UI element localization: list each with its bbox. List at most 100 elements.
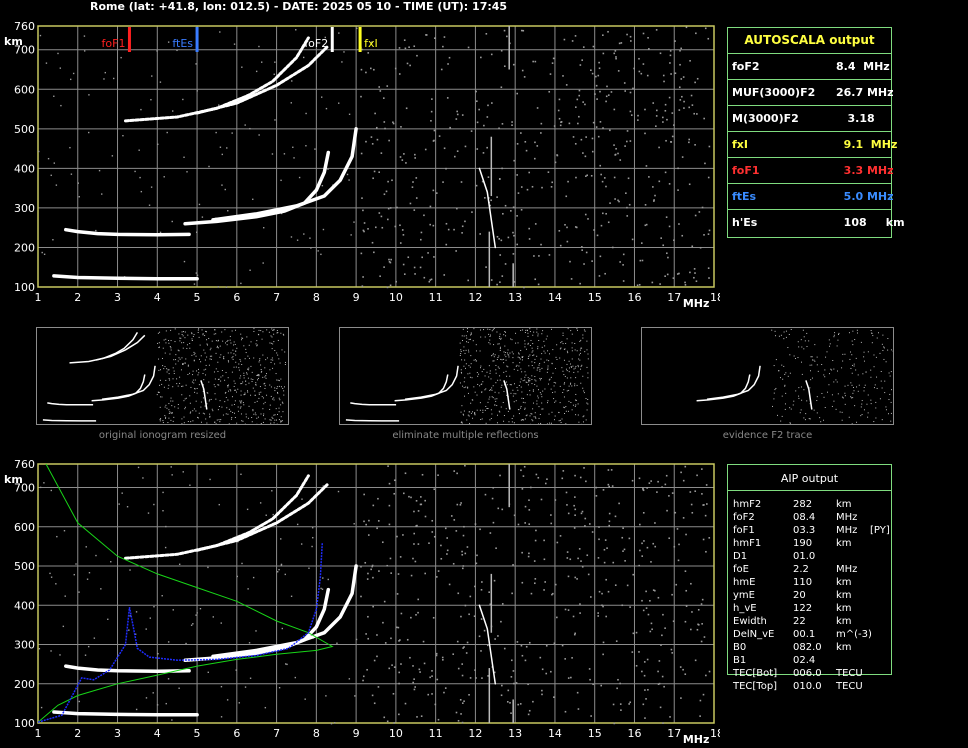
- noise-dot: [371, 241, 374, 244]
- noise-dot: [629, 701, 632, 704]
- aip-unit: TECU: [836, 681, 863, 692]
- autoscala-row-fof2: foF2 8.4 MHz: [728, 54, 891, 80]
- noise-dot: [701, 598, 704, 601]
- aip-value: 006.0: [793, 668, 822, 679]
- noise-dot: [708, 537, 711, 539]
- noise-dot: [559, 535, 562, 537]
- noise-dot: [103, 78, 105, 80]
- noise-dot: [501, 123, 504, 125]
- noise-dot: [406, 62, 409, 65]
- noise-dot: [190, 624, 193, 626]
- noise-dot: [348, 179, 350, 181]
- noise-dot: [413, 266, 416, 269]
- noise-dot: [274, 119, 276, 121]
- noise-dot: [565, 491, 568, 494]
- noise-dot: [466, 546, 469, 548]
- noise-dot: [300, 543, 303, 545]
- noise-dot: [646, 546, 649, 549]
- y-axis-label: km: [4, 473, 23, 486]
- noise-dot: [520, 186, 523, 188]
- noise-dot: [419, 238, 422, 241]
- noise-dot: [305, 145, 307, 147]
- noise-dot: [121, 492, 123, 494]
- noise-dot: [503, 647, 506, 650]
- noise-dot: [293, 157, 295, 159]
- noise-dot: [701, 206, 704, 209]
- noise-dot: [95, 554, 97, 557]
- noise-dot: [708, 145, 711, 148]
- noise-dot: [361, 285, 364, 287]
- noise-dot: [399, 556, 402, 558]
- noise-dot: [255, 70, 258, 73]
- noise-dot: [622, 550, 624, 552]
- noise-dot: [402, 534, 404, 536]
- noise-dot: [591, 150, 594, 153]
- trace-F1: [64, 227, 191, 237]
- noise-dot: [626, 206, 628, 209]
- noise-dot: [708, 277, 710, 279]
- noise-dot: [691, 511, 694, 514]
- noise-dot: [433, 488, 436, 491]
- noise-dot: [325, 695, 327, 697]
- noise-dot: [541, 186, 543, 189]
- aip-unit: km: [836, 538, 852, 549]
- noise-dot: [295, 29, 297, 31]
- noise-dot: [507, 689, 510, 692]
- noise-dot: [584, 103, 586, 106]
- noise-dot: [562, 75, 564, 77]
- noise-dot: [617, 152, 619, 155]
- noise-dot: [703, 234, 705, 236]
- noise-dot: [679, 49, 681, 52]
- noise-dot: [682, 76, 685, 78]
- noise-dot: [252, 198, 254, 201]
- noise-dot: [509, 702, 511, 704]
- noise-dot: [415, 197, 418, 199]
- noise-dot: [705, 674, 707, 677]
- noise-dot: [462, 647, 464, 649]
- noise-dot: [697, 608, 700, 611]
- noise-dot: [414, 560, 417, 563]
- noise-dot: [566, 226, 568, 229]
- noise-dot: [413, 45, 416, 48]
- noise-dot: [691, 245, 694, 248]
- noise-dot: [613, 108, 616, 111]
- noise-dot: [389, 284, 392, 287]
- noise-dot: [414, 273, 416, 275]
- noise-dot: [399, 224, 401, 227]
- noise-dot: [685, 26, 688, 29]
- noise-dot: [431, 531, 434, 533]
- noise-dot: [404, 47, 407, 50]
- noise-dot: [647, 688, 649, 691]
- noise-dot: [528, 238, 531, 240]
- trace-F2_2hop_x: [195, 44, 330, 115]
- noise-dot: [186, 171, 188, 173]
- noise-dot: [551, 181, 554, 184]
- noise-dot: [540, 122, 543, 125]
- noise-dot: [533, 582, 536, 585]
- noise-dot: [538, 255, 540, 257]
- aip-value: 082.0: [793, 642, 822, 653]
- noise-dot: [389, 207, 392, 209]
- noise-dot: [378, 86, 381, 88]
- noise-dot: [386, 564, 389, 567]
- noise-dot: [148, 204, 151, 206]
- noise-dot: [475, 562, 478, 565]
- noise-dot: [474, 523, 477, 525]
- noise-dot: [500, 49, 503, 52]
- noise-dot: [360, 595, 362, 598]
- noise-dot: [142, 477, 144, 479]
- noise-dot: [452, 653, 455, 655]
- noise-dot: [437, 718, 440, 721]
- noise-dot: [417, 510, 420, 512]
- noise-dot: [638, 57, 640, 60]
- noise-dot: [645, 607, 648, 609]
- noise-dot: [376, 655, 378, 658]
- noise-dot: [693, 112, 696, 115]
- ionogram-top: 123456789101112131415161718MHz1002003004…: [4, 20, 720, 310]
- noise-dot: [327, 168, 329, 170]
- noise-dot: [500, 86, 503, 89]
- noise-dot: [520, 132, 522, 134]
- noise-dot: [620, 42, 623, 44]
- noise-dot: [607, 221, 610, 224]
- noise-dot: [208, 165, 210, 168]
